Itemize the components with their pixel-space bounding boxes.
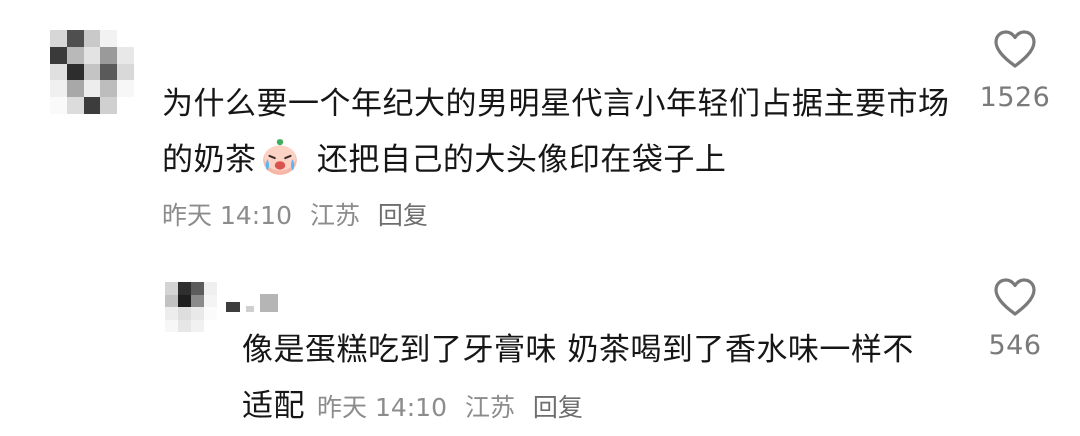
comment-text: 像是蛋糕吃到了牙膏味 奶茶喝到了香水味一样不适配 昨天 14:10 江苏 回复 bbox=[242, 322, 942, 436]
crying-face-emoji-icon bbox=[262, 139, 297, 175]
avatar[interactable] bbox=[50, 30, 134, 114]
username[interactable] bbox=[226, 292, 286, 312]
comment-location: 江苏 bbox=[309, 201, 360, 230]
like-count: 1526 bbox=[979, 82, 1051, 113]
like-button[interactable]: 546 bbox=[970, 276, 1060, 361]
comment-meta: 昨天 14:10 江苏 回复 bbox=[162, 196, 428, 236]
heart-outline-icon bbox=[994, 278, 1036, 316]
like-button[interactable]: 1526 bbox=[970, 28, 1060, 113]
comment-time: 昨天 14:10 bbox=[317, 393, 447, 422]
comment-text-part: 还把自己的大头像印在袋子上 bbox=[306, 142, 727, 178]
like-count: 546 bbox=[988, 330, 1042, 361]
avatar[interactable] bbox=[165, 282, 217, 332]
heart-outline-icon bbox=[994, 30, 1036, 68]
comment-meta: 昨天 14:10 江苏 回复 bbox=[317, 393, 583, 422]
comment-location: 江苏 bbox=[464, 393, 515, 422]
reply-button[interactable]: 回复 bbox=[533, 393, 583, 422]
comment-time: 昨天 14:10 bbox=[162, 201, 292, 230]
comment-text: 为什么要一个年纪大的男明星代言小年轻们占据主要市场的奶茶 还把自己的大头像印在袋… bbox=[162, 76, 962, 188]
reply-button[interactable]: 回复 bbox=[378, 201, 428, 230]
